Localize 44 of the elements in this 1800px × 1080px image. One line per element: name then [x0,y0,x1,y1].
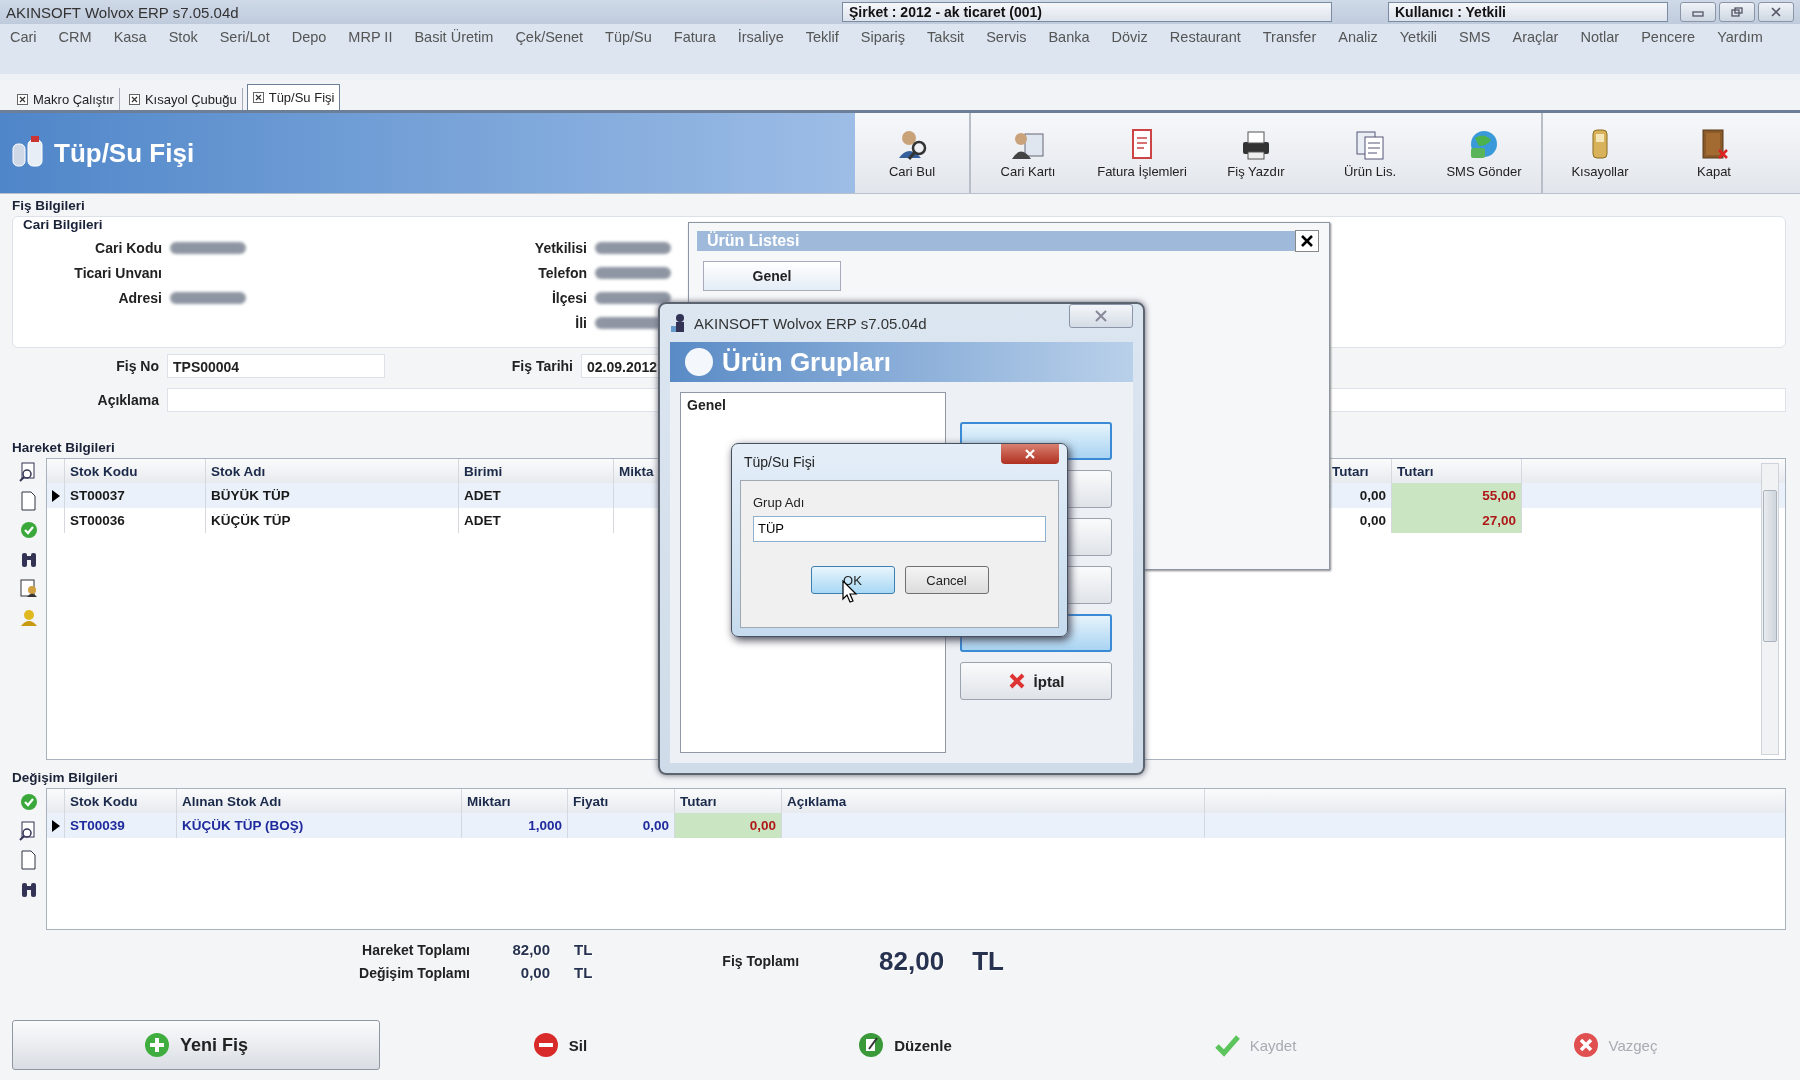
table-cell: ADET [459,483,614,508]
user-label: Kullanıcı : Yetkili [1388,2,1668,22]
table-cell: 1,000 [462,813,568,838]
section-title: Cari Bilgileri [23,217,104,234]
table-cell: BÜYÜK TÜP [206,483,459,508]
table-cell: ST00036 [65,508,206,533]
window-title: Ürün Listesi [707,232,800,250]
section-title: Fiş Bilgileri [12,198,85,215]
window-title: Tüp/Su Fişi [743,454,815,470]
window-title: AKINSOFT Wolvox ERP s7.05.04d [694,314,927,332]
table-cell: 27,00 [1392,508,1522,533]
section-title: Hareket Bilgileri [12,440,115,457]
field-label: Yetkilisi [533,239,587,256]
field-label: Ticari Unvanı [73,264,162,281]
table-cell: KÜÇÜK TÜP [206,508,459,533]
table-cell: ST00037 [65,483,206,508]
field-label: Grup Adı [753,495,806,510]
currency-label: TL [972,945,1004,977]
total-value: 0,00 [519,964,550,981]
section-title: Değişim Bilgileri [12,770,118,787]
field-label: Açıklama [96,392,159,408]
total-label: Fiş Toplamı [722,953,800,969]
field-label: Cari Kodu [94,239,162,256]
grand-total-value: 82,00 [879,945,945,977]
window-title: AKINSOFT Wolvox ERP s7.05.04d [6,3,240,21]
field-label: İli [574,314,587,331]
table-cell: 0,00 [675,813,782,838]
table-cell: KÜÇÜK TÜP (BOŞ) [177,813,462,838]
table-cell: ADET [459,508,614,533]
field-label: Fiş Tarihi [510,358,573,374]
field-label: İlçesi [550,289,587,306]
table-cell: ST00039 [65,813,177,838]
company-label: Şirket : 2012 - ak ticaret (001) [842,2,1332,22]
field-label: Telefon [537,264,587,281]
total-value: 82,00 [511,941,550,958]
currency-label: TL [574,964,593,981]
currency-label: TL [574,941,593,958]
field-label: Fiş No [115,358,159,374]
field-label: Adresi [117,289,162,306]
dialog-title: Ürün Grupları [722,346,891,378]
total-label: Hareket Toplamı [361,941,470,958]
table-cell: 55,00 [1392,483,1522,508]
total-label: Değişim Toplamı [358,964,470,981]
page-title: Tüp/Su Fişi [54,137,195,169]
